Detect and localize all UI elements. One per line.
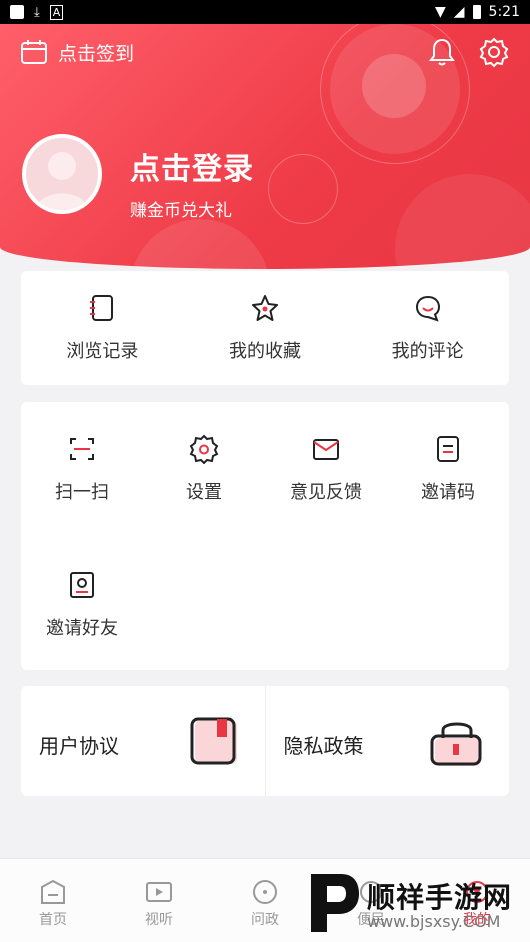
star-icon <box>252 295 278 321</box>
tab-inquiry[interactable]: 问政 <box>212 859 318 942</box>
comment-icon <box>415 295 440 322</box>
agreement-icon <box>190 717 237 765</box>
privacy-policy-label: 隐私政策 <box>283 734 364 758</box>
header-decoration <box>130 219 270 269</box>
tab-video[interactable]: 视听 <box>106 859 212 942</box>
policy-links-card: 用户协议 隐私政策 <box>21 686 509 796</box>
lock-icon <box>430 722 482 766</box>
contact-card-icon <box>70 572 94 598</box>
notification-square-icon <box>10 5 24 19</box>
gear-icon <box>189 434 219 464</box>
settings-gear-icon[interactable] <box>478 36 510 68</box>
favorites-button[interactable]: 我的收藏 <box>184 271 347 385</box>
watermark-url: www.bjsxsy.COM <box>367 912 501 931</box>
grid-item-label: 意见反馈 <box>290 482 362 503</box>
header-decoration <box>362 54 426 118</box>
quick-actions-card: 浏览记录 我的收藏 我的评论 <box>21 271 509 385</box>
header-decoration <box>268 154 338 224</box>
scan-button[interactable]: 扫一扫 <box>21 434 143 504</box>
app-notification-icon: A <box>49 4 64 20</box>
invite-code-button[interactable]: 邀请码 <box>387 434 509 504</box>
quick-action-label: 我的评论 <box>391 341 464 362</box>
watermark-logo-icon <box>311 874 359 932</box>
status-time: 5:21 <box>488 4 520 20</box>
tab-label: 问政 <box>251 912 279 928</box>
default-avatar-icon <box>36 152 88 210</box>
download-icon: ⤓ <box>34 4 40 20</box>
user-agreement-label: 用户协议 <box>39 734 119 758</box>
notebook-icon <box>90 295 114 321</box>
calendar-icon <box>21 40 47 64</box>
mail-icon <box>313 439 339 460</box>
header-decoration <box>395 174 530 269</box>
feedback-button[interactable]: 意见反馈 <box>265 434 387 504</box>
profile-header: 点击签到 点击登录 赚金币兑大礼 <box>0 24 530 269</box>
tab-home[interactable]: 首页 <box>0 859 106 942</box>
scan-icon <box>70 438 94 460</box>
checkin-label: 点击签到 <box>58 42 135 65</box>
login-subtitle: 赚金币兑大礼 <box>130 201 232 221</box>
user-agreement-link[interactable]: 用户协议 <box>21 686 265 796</box>
grid-item-label: 邀请好友 <box>46 618 118 639</box>
tools-grid-card: 扫一扫 设置 意见反馈 邀请码 邀请好友 <box>21 402 509 670</box>
quick-action-label: 浏览记录 <box>66 341 139 362</box>
comments-button[interactable]: 我的评论 <box>346 271 509 385</box>
signal-icon: ◢ <box>453 4 465 20</box>
avatar[interactable] <box>22 134 102 214</box>
invite-friends-button[interactable]: 邀请好友 <box>21 570 143 640</box>
browse-history-button[interactable]: 浏览记录 <box>21 271 184 385</box>
privacy-policy-link[interactable]: 隐私政策 <box>264 686 510 796</box>
settings-button[interactable]: 设置 <box>143 434 265 504</box>
quick-action-label: 我的收藏 <box>229 341 301 362</box>
grid-item-label: 邀请码 <box>421 482 475 503</box>
login-title[interactable]: 点击登录 <box>130 144 254 188</box>
status-bar: ⤓ A ▼ ◢ 5:21 <box>0 0 530 24</box>
grid-item-label: 设置 <box>186 482 222 503</box>
document-icon <box>437 436 459 462</box>
checkin-button[interactable]: 点击签到 <box>20 38 134 66</box>
bell-icon[interactable] <box>426 36 458 68</box>
grid-item-label: 扫一扫 <box>55 482 109 503</box>
watermark: 顺祥手游网 www.bjsxsy.COM <box>305 868 530 942</box>
watermark-title: 顺祥手游网 <box>367 881 513 914</box>
home-icon <box>41 879 65 904</box>
wifi-icon: ▼ <box>434 4 446 20</box>
question-icon <box>253 880 277 904</box>
battery-icon <box>472 5 481 19</box>
tab-label: 视听 <box>145 912 173 928</box>
tab-label: 首页 <box>39 912 67 928</box>
video-icon <box>146 882 172 902</box>
